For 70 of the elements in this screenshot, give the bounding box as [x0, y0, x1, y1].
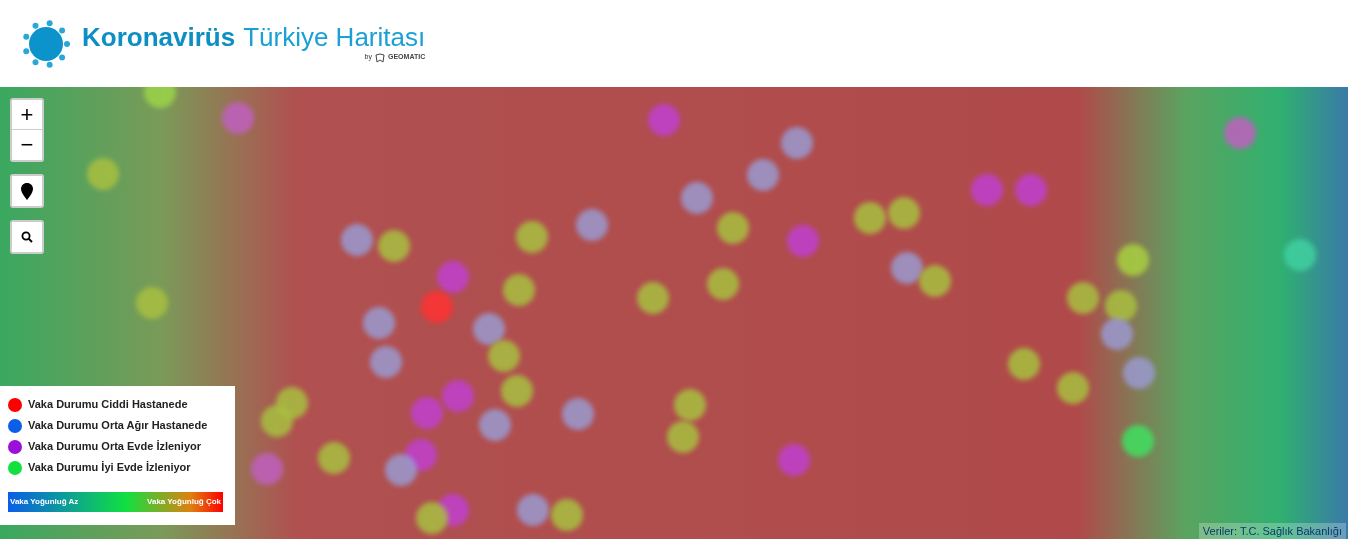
case-spot	[363, 307, 395, 339]
case-spot	[1057, 372, 1089, 404]
case-spot	[1224, 117, 1256, 149]
case-spot	[888, 197, 920, 229]
case-spot	[501, 375, 533, 407]
case-spot	[144, 87, 176, 108]
legend-label: Vaka Durumu Ciddi Hastanede	[28, 397, 188, 413]
case-spot	[681, 182, 713, 214]
case-spot	[747, 159, 779, 191]
case-spot	[136, 287, 168, 319]
case-spot	[473, 313, 505, 345]
case-spot	[551, 499, 583, 531]
case-spot	[385, 454, 417, 486]
case-spot	[1123, 357, 1155, 389]
case-spot	[411, 397, 443, 429]
case-spot	[503, 274, 535, 306]
case-spot	[378, 230, 410, 262]
case-spot	[1101, 318, 1133, 350]
case-spot	[516, 221, 548, 253]
case-spot	[341, 224, 373, 256]
case-spot	[251, 453, 283, 485]
case-spot	[370, 346, 402, 378]
zoom-in-button[interactable]: +	[12, 100, 42, 130]
case-spot	[1105, 290, 1137, 322]
case-spot	[1008, 348, 1040, 380]
brand-logo-icon	[375, 52, 385, 63]
case-spot	[1122, 425, 1154, 457]
case-spot	[562, 398, 594, 430]
case-spot	[517, 494, 549, 526]
case-spot	[1015, 174, 1047, 206]
case-spot	[87, 158, 119, 190]
search-icon	[21, 231, 33, 243]
case-spot	[637, 282, 669, 314]
case-spot	[648, 104, 680, 136]
case-spot	[778, 444, 810, 476]
case-spot	[1067, 282, 1099, 314]
case-spot	[1117, 244, 1149, 276]
case-spot	[421, 291, 453, 323]
legend-label: Vaka Durumu Orta Evde İzleniyor	[28, 439, 201, 455]
legend-label: Vaka Durumu İyi Evde İzleniyor	[28, 460, 191, 476]
case-spot	[667, 421, 699, 453]
case-spot	[576, 209, 608, 241]
case-spot	[919, 265, 951, 297]
case-spot	[437, 261, 469, 293]
case-spot	[707, 268, 739, 300]
case-spot	[479, 409, 511, 441]
case-spot	[261, 405, 293, 437]
case-spot	[971, 174, 1003, 206]
case-spot	[416, 502, 448, 534]
zoom-out-button[interactable]: −	[12, 130, 42, 160]
case-spot	[717, 212, 749, 244]
search-button[interactable]	[10, 220, 44, 254]
case-spot	[891, 252, 923, 284]
case-spot	[781, 127, 813, 159]
case-spot	[442, 380, 474, 412]
case-spot	[854, 202, 886, 234]
app-title: Koronavirüs	[82, 24, 236, 51]
case-spot	[488, 340, 520, 372]
map-attribution: Veriler: T.C. Sağlık Bakanlığı	[1198, 522, 1346, 539]
case-spot	[222, 102, 254, 134]
case-spot	[1284, 239, 1316, 271]
app-subtitle: Türkiye Haritası	[243, 24, 426, 51]
case-spot	[674, 389, 706, 421]
location-button[interactable]	[10, 174, 44, 208]
scale-high-label: Vaka Yoğunluğ Çok	[147, 496, 221, 508]
case-spot	[787, 225, 819, 257]
legend-label: Vaka Durumu Orta Ağır Hastanede	[28, 418, 208, 434]
map-pin-icon	[21, 182, 33, 200]
scale-low-label: Vaka Yoğunluğ Az	[10, 496, 79, 508]
case-spot	[318, 442, 350, 474]
